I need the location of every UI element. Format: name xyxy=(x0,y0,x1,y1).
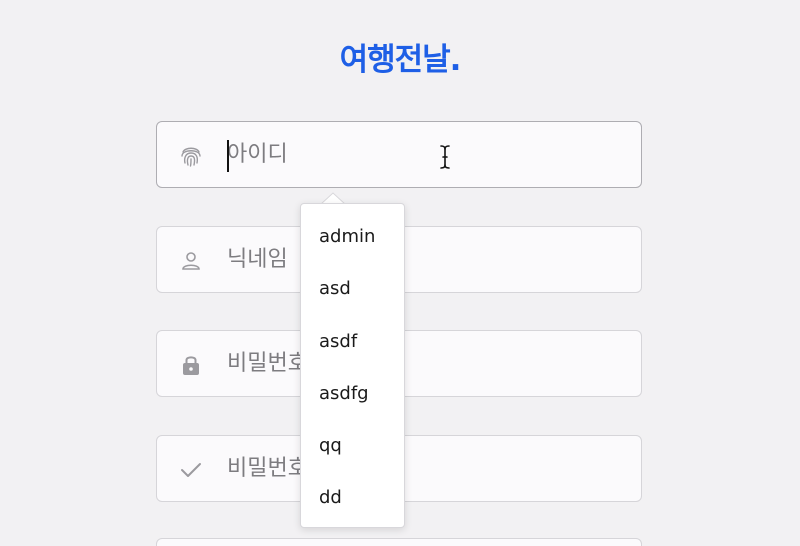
password-input[interactable] xyxy=(227,331,607,396)
autocomplete-option[interactable]: asd xyxy=(301,263,404,315)
person-icon xyxy=(178,248,204,274)
autocomplete-dropdown: admin asd asdf asdfg qq dd xyxy=(300,203,405,528)
nickname-input[interactable] xyxy=(227,227,607,292)
autocomplete-option[interactable]: dd xyxy=(301,472,404,524)
lock-icon xyxy=(178,352,204,378)
autocomplete-option[interactable]: asdf xyxy=(301,316,404,368)
id-field[interactable] xyxy=(156,121,642,188)
autocomplete-option[interactable]: qq xyxy=(301,420,404,472)
id-input[interactable] xyxy=(227,122,607,187)
fingerprint-icon xyxy=(178,143,204,169)
autocomplete-option[interactable]: asdfg xyxy=(301,368,404,420)
check-icon xyxy=(178,457,204,483)
app-logo: 여행전날. xyxy=(339,42,462,78)
autocomplete-list: admin asd asdf asdfg qq dd xyxy=(301,211,404,525)
ibeam-cursor-icon xyxy=(438,144,452,170)
password-confirm-input[interactable] xyxy=(227,436,607,501)
text-caret xyxy=(227,140,229,172)
autocomplete-option[interactable]: admin xyxy=(301,211,404,263)
next-field[interactable] xyxy=(156,538,642,546)
signup-page: 여행전날. 아이디 닉네임 admin asd asdf asdfg qq dd xyxy=(0,0,800,546)
